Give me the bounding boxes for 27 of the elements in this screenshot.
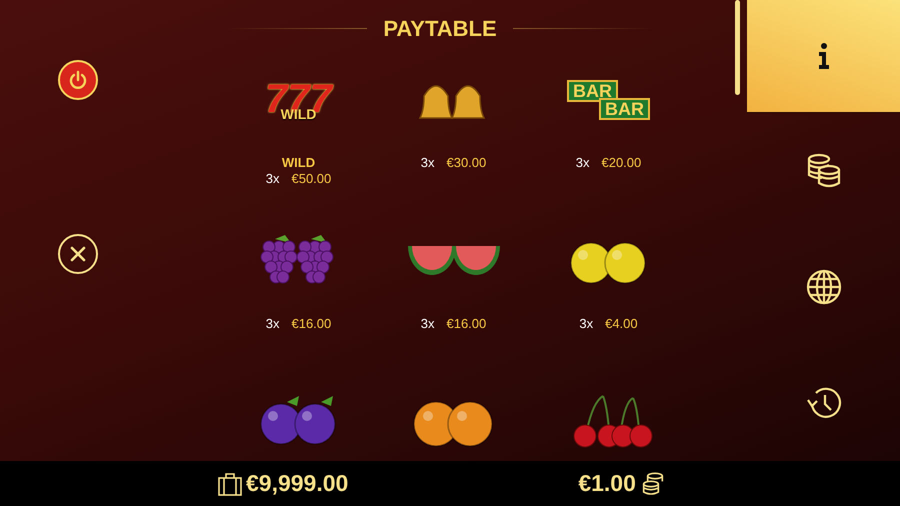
bar-symbol-drawing: BAR BAR: [567, 80, 650, 120]
symbol-payout: €16.00: [291, 316, 332, 332]
power-icon: [68, 70, 88, 90]
symbol-payout: €20.00: [601, 155, 642, 171]
history-icon: [806, 386, 842, 420]
paytable-title: PAYTABLE: [383, 15, 497, 43]
symbol-payout: €16.00: [446, 316, 486, 332]
balance-amount: €9,999.00: [246, 469, 348, 498]
symbol-count: 3x: [576, 155, 590, 171]
symbol-count: 3x: [266, 316, 280, 332]
coins-icon: [806, 153, 840, 189]
scrollbar-thumb[interactable]: [735, 0, 740, 95]
symbol-payout: €30.00: [446, 155, 486, 171]
close-icon: [70, 246, 86, 262]
symbol-count: 3x: [420, 155, 434, 171]
symbol-payout: €50.00: [291, 171, 332, 187]
symbol-payout: €4.00: [605, 316, 638, 332]
info-icon: [816, 43, 830, 69]
symbol-count: 3x: [266, 171, 280, 187]
bet-amount: €1.00: [578, 469, 636, 498]
symbol-count: 3x: [579, 316, 594, 332]
power-button[interactable]: [58, 60, 98, 100]
symbol-count: 3x: [420, 316, 434, 332]
briefcase-icon: [218, 472, 242, 496]
globe-icon: [806, 269, 842, 305]
close-button[interactable]: [58, 234, 98, 274]
symbol-name: WILD: [282, 155, 316, 171]
